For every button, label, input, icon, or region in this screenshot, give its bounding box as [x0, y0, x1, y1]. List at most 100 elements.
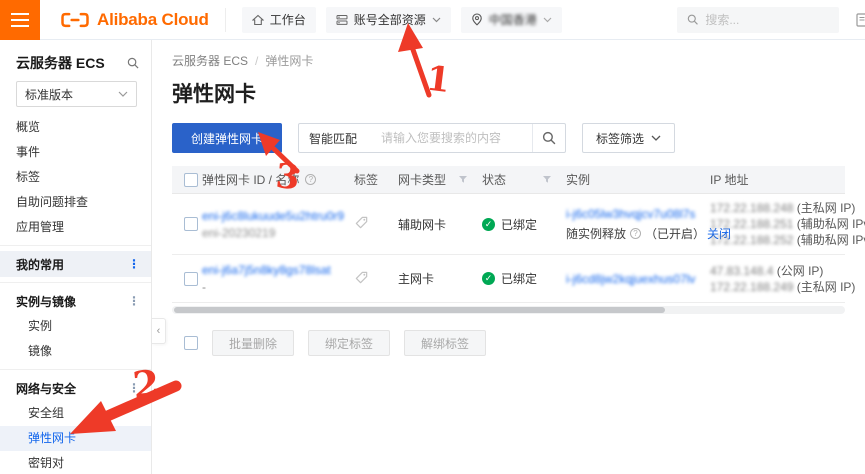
main-content: 云服务器 ECS / 弹性网卡 弹性网卡 创建弹性网卡 智能匹配 [152, 40, 865, 474]
tag-filter-button[interactable]: 标签筛选 [582, 123, 675, 153]
tag-filter-label: 标签筛选 [596, 130, 644, 147]
status-bound-icon: ✓ [482, 218, 495, 231]
sidebar-item-self-diagnosis[interactable]: 自助问题排查 [0, 190, 151, 215]
help-icon[interactable]: ? [305, 174, 316, 185]
sidebar-item-tags[interactable]: 标签 [0, 165, 151, 190]
ip-label: (辅助私网 IPv4) [797, 233, 865, 247]
resources-grid-icon [336, 14, 348, 26]
breadcrumb-current: 弹性网卡 [265, 52, 313, 69]
sidebar-item-images[interactable]: 镜像 [0, 339, 151, 364]
page-title: 弹性网卡 [172, 78, 845, 108]
tag-icon[interactable] [354, 215, 369, 230]
col-header-status: 状态 [482, 171, 506, 188]
batch-actions-bar: 批量删除 绑定标签 解绑标签 [172, 330, 845, 356]
account-resources-label: 账号全部资源 [354, 11, 426, 28]
ip-label: (公网 IP) [777, 264, 824, 278]
ip-address: 172.22.188.249 [710, 280, 793, 294]
workbench-label: 工作台 [270, 11, 306, 28]
account-resources-selector[interactable]: 账号全部资源 [326, 7, 451, 33]
eni-table: 弹性网卡 ID / 名称 ? 标签 网卡类型 状态 实例 IP [172, 166, 845, 356]
workbench-button[interactable]: 工作台 [242, 7, 316, 33]
sidebar-item-eni[interactable]: 弹性网卡 [0, 426, 151, 451]
eni-id-link[interactable]: eni-j6c8lukuude5u2htru0r9 [202, 209, 354, 223]
search-mode-select[interactable]: 智能匹配 [299, 130, 381, 147]
ip-address: 47.83.148.4 [710, 264, 773, 278]
bind-tag-button[interactable]: 绑定标签 [308, 330, 390, 356]
sidebar-collapse-handle[interactable]: ‹ [152, 318, 166, 344]
sidebar-group-instances-images[interactable]: 实例与镜像 ⋮ [0, 288, 151, 314]
topbar: Alibaba Cloud 工作台 账号全部资源 中国香港 [0, 0, 865, 40]
more-options-icon[interactable]: ⋮ [128, 257, 141, 271]
search-icon [542, 131, 556, 145]
select-all-checkbox[interactable] [184, 336, 198, 350]
sidebar-group-favorites[interactable]: 我的常用 ⋮ [0, 251, 151, 277]
global-search[interactable] [677, 7, 839, 33]
instance-id-link[interactable]: i-j6cd8jw2kqjuexhus07lv [566, 272, 710, 286]
col-header-instance: 实例 [566, 171, 590, 188]
status-text: 已绑定 [501, 270, 537, 287]
horizontal-scrollbar[interactable] [172, 306, 845, 314]
eni-name: - [202, 280, 354, 294]
release-label: 随实例释放 [566, 225, 626, 242]
group-label: 网络与安全 [16, 380, 76, 397]
brand-name: Alibaba Cloud [97, 10, 209, 30]
version-select[interactable]: 标准版本 [16, 81, 137, 107]
breadcrumb-separator: / [255, 54, 258, 68]
sidebar-item-overview[interactable]: 概览 [0, 115, 151, 140]
more-options-icon[interactable]: ⋮ [128, 381, 141, 395]
info-icon[interactable]: ? [630, 228, 641, 239]
location-pin-icon [471, 13, 483, 26]
sidebar-item-app-management[interactable]: 应用管理 [0, 215, 151, 240]
sidebar: 云服务器 ECS 标准版本 概览 事件 标签 自助问题排查 应用管理 我的常用 … [0, 40, 152, 474]
batch-delete-button[interactable]: 批量删除 [212, 330, 294, 356]
create-eni-button[interactable]: 创建弹性网卡 [172, 123, 282, 153]
sidebar-product-title: 云服务器 ECS [16, 53, 105, 73]
more-options-icon[interactable]: ⋮ [128, 294, 141, 308]
ip-label: (主私网 IP) [797, 201, 856, 215]
sidebar-item-security-groups[interactable]: 安全组 [0, 401, 151, 426]
hamburger-menu-icon[interactable] [0, 0, 40, 40]
breadcrumb-parent[interactable]: 云服务器 ECS [172, 52, 248, 69]
sidebar-item-key-pairs[interactable]: 密钥对 [0, 451, 151, 474]
filter-icon[interactable] [542, 175, 552, 184]
toolbar: 创建弹性网卡 智能匹配 标签筛选 [172, 123, 845, 153]
home-icon [252, 14, 264, 26]
region-selector[interactable]: 中国香港 [461, 7, 562, 33]
col-header-tag: 标签 [354, 171, 378, 188]
chevron-down-icon [118, 91, 128, 98]
ip-address: 172.22.188.251 [710, 217, 793, 231]
eni-name: eni-20230219 [202, 226, 354, 240]
sidebar-search-icon[interactable] [127, 57, 139, 69]
table-search-input[interactable] [381, 131, 532, 145]
eni-id-link[interactable]: eni-j6a7j5n8ky8gs78lsat [202, 263, 354, 277]
topbar-edge-icon[interactable] [856, 13, 865, 30]
select-all-checkbox[interactable] [184, 173, 198, 187]
scrollbar-thumb[interactable] [174, 307, 665, 313]
favorites-label: 我的常用 [16, 256, 64, 273]
release-state: （已开启） [645, 225, 705, 242]
table-header-row: 弹性网卡 ID / 名称 ? 标签 网卡类型 状态 实例 IP [172, 166, 845, 194]
topbar-divider [225, 8, 226, 32]
tag-icon[interactable] [354, 270, 369, 285]
sidebar-item-instances[interactable]: 实例 [0, 314, 151, 339]
sidebar-item-events[interactable]: 事件 [0, 140, 151, 165]
instance-id-link[interactable]: i-j6c05lw3hvqjcv7u08l7s [566, 207, 710, 221]
global-search-input[interactable] [705, 13, 829, 27]
alibaba-cloud-logo-icon [60, 11, 90, 29]
sidebar-divider [0, 245, 151, 246]
table-search: 智能匹配 [298, 123, 566, 153]
row-checkbox[interactable] [184, 217, 198, 231]
sidebar-divider [0, 369, 151, 370]
breadcrumb: 云服务器 ECS / 弹性网卡 [172, 52, 845, 69]
group-label: 实例与镜像 [16, 293, 76, 310]
status-text: 已绑定 [501, 216, 537, 233]
ip-address: 172.22.188.252 [710, 233, 793, 247]
unbind-tag-button[interactable]: 解绑标签 [404, 330, 486, 356]
filter-icon[interactable] [458, 175, 468, 184]
row-checkbox[interactable] [184, 272, 198, 286]
sidebar-group-network-security[interactable]: 网络与安全 ⋮ [0, 375, 151, 401]
alibaba-cloud-logo[interactable]: Alibaba Cloud [60, 10, 209, 30]
table-row: eni-j6a7j5n8ky8gs78lsat - 主网卡 ✓ 已绑定 i-j6… [172, 255, 845, 303]
chevron-down-icon [432, 17, 441, 23]
search-submit-button[interactable] [532, 124, 565, 152]
